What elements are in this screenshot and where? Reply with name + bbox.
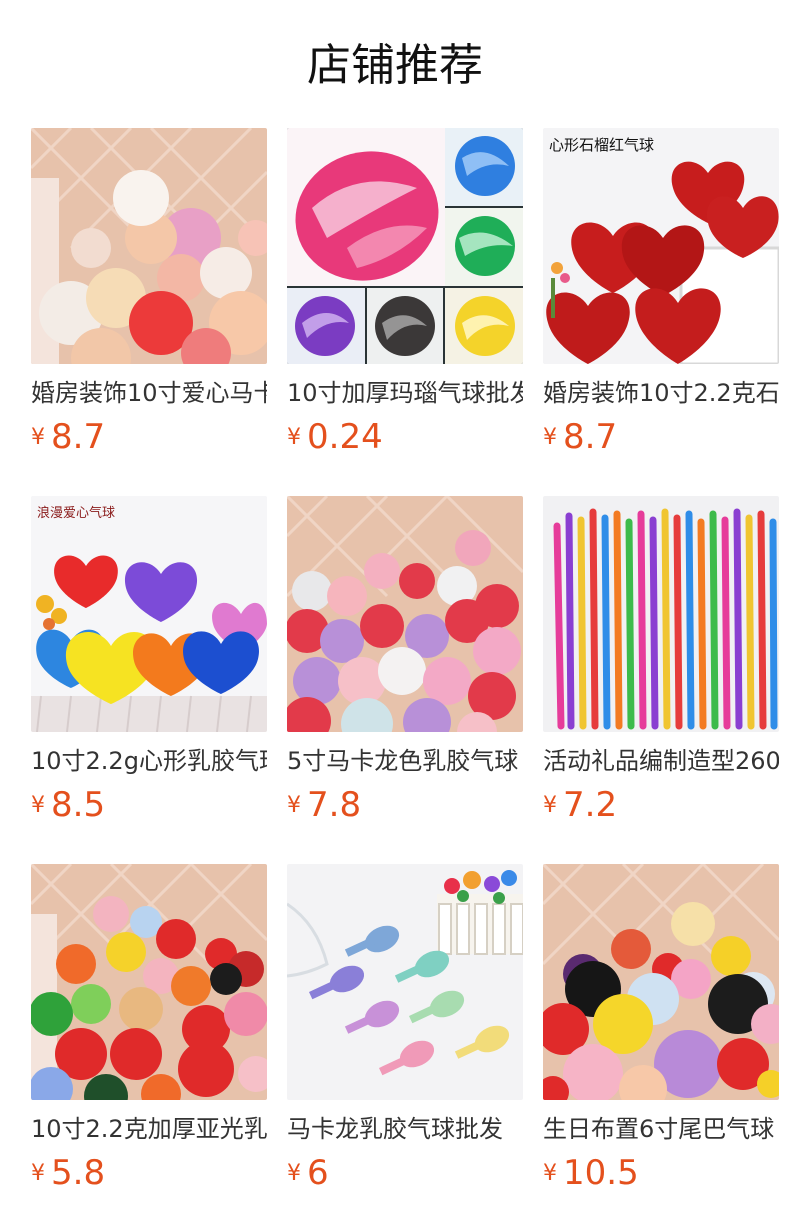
product-card[interactable]: 马卡龙乳胶气球批发 ¥6 — [287, 864, 523, 1194]
product-card[interactable]: 婚房装饰10寸爱心马卡龙气球 ¥8.7 — [31, 128, 267, 458]
price-value: 8.7 — [51, 417, 106, 457]
product-price: ¥0.24 — [287, 416, 383, 458]
product-image[interactable] — [543, 496, 779, 732]
product-card[interactable]: 10寸加厚玛瑙气球批发 ¥0.24 — [287, 128, 523, 458]
product-name[interactable]: 马卡龙乳胶气球批发 — [287, 1112, 523, 1146]
product-card[interactable]: 浪漫爱心气球 10寸2.2g心形乳胶气球 ¥8.5 — [31, 496, 267, 826]
price-value: 8.7 — [563, 417, 618, 457]
product-price: ¥7.8 — [287, 784, 361, 826]
product-name[interactable]: 生日布置6寸尾巴气球 — [543, 1112, 779, 1146]
product-image[interactable] — [543, 864, 779, 1100]
image-caption: 浪漫爱心气球 — [37, 506, 116, 521]
currency-symbol: ¥ — [287, 792, 301, 818]
recommendation-page: 店铺推荐 婚房装饰10寸爱心马卡 ¥ 8.7 10寸加厚玛瑙气球批发 ¥ 0.2… — [0, 0, 790, 1232]
product-name[interactable]: 活动礼品编制造型260长条气球 — [543, 744, 779, 778]
currency-symbol: ¥ — [287, 424, 301, 450]
currency-symbol: ¥ — [543, 1160, 557, 1186]
product-image[interactable] — [287, 496, 523, 732]
price-value: 7.2 — [563, 785, 618, 825]
product-card[interactable]: 10寸2.2克加厚亚光乳胶气球 ¥5.8 — [31, 864, 267, 1194]
product-price: ¥10.5 — [543, 1152, 639, 1194]
price-value: 6 — [307, 1153, 329, 1193]
product-image[interactable] — [31, 864, 267, 1100]
product-price: ¥8.7 — [31, 416, 105, 458]
product-price: ¥7.2 — [543, 784, 617, 826]
price-value: 7.8 — [307, 785, 362, 825]
product-name[interactable]: 10寸加厚玛瑙气球批发 — [287, 376, 523, 410]
product-image[interactable] — [287, 128, 523, 364]
product-name[interactable]: 10寸2.2g心形乳胶气球 — [31, 744, 267, 778]
product-card[interactable]: 生日布置6寸尾巴气球 ¥10.5 — [543, 864, 779, 1194]
price-value: 5.8 — [51, 1153, 106, 1193]
product-name[interactable]: 婚房装饰10寸爱心马卡龙气球 — [31, 376, 267, 410]
product-card[interactable]: 活动礼品编制造型260长条气球 ¥7.2 — [543, 496, 779, 826]
product-card[interactable]: 5寸马卡龙色乳胶气球 ¥7.8 — [287, 496, 523, 826]
product-card[interactable]: 心形石榴红气球 婚房装饰10寸2.2克石榴红气球 ¥8.7 — [543, 128, 779, 458]
product-image[interactable]: 浪漫爱心气球 — [31, 496, 267, 732]
currency-symbol: ¥ — [31, 424, 45, 450]
product-image[interactable] — [31, 128, 267, 364]
product-price: ¥5.8 — [31, 1152, 105, 1194]
product-price: ¥8.5 — [31, 784, 105, 826]
product-price: ¥6 — [287, 1152, 329, 1194]
currency-symbol: ¥ — [287, 1160, 301, 1186]
product-name[interactable]: 10寸2.2克加厚亚光乳胶气球 — [31, 1112, 267, 1146]
price-value: 0.24 — [307, 417, 383, 457]
product-name[interactable]: 婚房装饰10寸2.2克石榴红气球 — [543, 376, 779, 410]
product-price: ¥8.7 — [543, 416, 617, 458]
product-image[interactable]: 心形石榴红气球 — [543, 128, 779, 364]
currency-symbol: ¥ — [543, 424, 557, 450]
currency-symbol: ¥ — [543, 792, 557, 818]
currency-symbol: ¥ — [31, 1160, 45, 1186]
currency-symbol: ¥ — [31, 792, 45, 818]
product-grid: 婚房装饰10寸爱心马卡龙气球 ¥8.7 — [0, 0, 790, 1232]
product-image[interactable] — [287, 864, 523, 1100]
image-caption: 心形石榴红气球 — [549, 136, 655, 154]
price-value: 8.5 — [51, 785, 106, 825]
price-value: 10.5 — [563, 1153, 639, 1193]
product-name[interactable]: 5寸马卡龙色乳胶气球 — [287, 744, 523, 778]
